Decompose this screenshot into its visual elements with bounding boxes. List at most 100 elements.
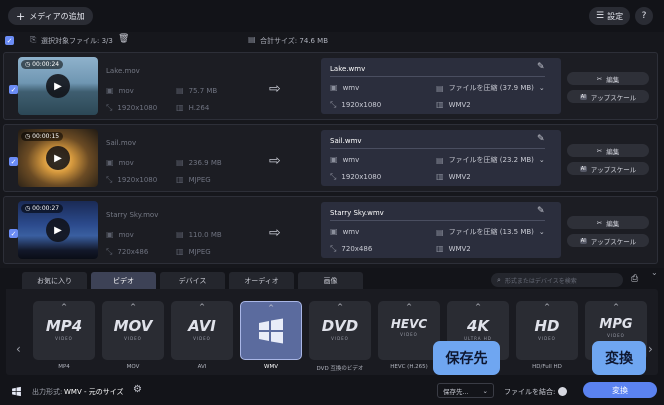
help-label: ? [641,11,647,21]
total-size-text: 合計サイズ: 74.6 MB [260,37,329,45]
collapse-icon[interactable]: ⌄ [651,268,658,277]
caret-up-icon: ^ [406,303,412,311]
settings-button[interactable]: ☰ 設定 [589,7,631,25]
format-label: WMV [264,364,278,370]
play-icon[interactable]: ▶ [46,218,70,242]
source-format: ▣ mov [106,230,134,239]
output-filename[interactable]: Sail.wmv [330,137,362,145]
convert-arrow-icon: ⇨ [269,225,281,241]
help-button[interactable]: ? [635,7,653,25]
scissors-icon: ✂ [596,146,603,155]
source-codec: ▥ H.264 [176,103,210,112]
trash-icon[interactable]: 🗑 [118,34,129,44]
format-search-input[interactable]: ⌕ 形式またはデバイスを検索 [491,273,623,287]
format-tile-wmv[interactable]: ^ [240,301,302,360]
compress-select[interactable]: ▤ ファイルを圧縮 (13.5 MB) ⌄ [436,227,545,237]
format-sub: VIDEO [607,333,625,338]
sliders-icon: ☰ [596,11,605,21]
dvd-logo: DVD [321,317,359,335]
selected-files-text: 選択対象ファイル: 3/3 [41,37,113,45]
source-resolution: ⤡ 720x486 [106,247,149,256]
format-sub: VIDEO [400,332,418,337]
save-to-label: 保存先... [443,387,469,396]
output-format: ▣ wmv [330,227,360,236]
play-icon[interactable]: ▶ [46,146,70,170]
tab-favorites[interactable]: お気に入り [22,272,87,289]
tab-video[interactable]: ビデオ [91,272,156,289]
format-tile-dvd[interactable]: ^ DVD VIDEO [309,301,371,360]
output-filename[interactable]: Starry Sky.wmv [330,209,384,217]
format-tile-mp4[interactable]: ^ MP4 VIDEO [33,301,95,360]
output-resolution: ⤡ 1920x1080 [330,172,382,181]
file-row: ✓ ◷ 00:00:27 ▶ Starry Sky.mov ▣ mov ▤ 110.… [3,196,658,264]
format-label: AVI [197,364,207,370]
pencil-icon[interactable]: ✎ [537,206,545,216]
video-thumbnail[interactable]: ◷ 00:00:24 ▶ [18,57,98,115]
divider [330,76,545,77]
output-codec: ▥ WMV2 [436,100,471,109]
mov-logo: MOV [113,317,153,335]
compress-select[interactable]: ▤ ファイルを圧縮 (23.2 MB) ⌄ [436,155,545,165]
video-thumbnail[interactable]: ◷ 00:00:15 ▶ [18,129,98,187]
chevron-right-icon[interactable]: › [648,342,653,356]
disk-icon: ▤ [176,86,184,95]
convert-button[interactable]: 変換 [583,382,657,398]
source-resolution: ⤡ 1920x1080 [106,175,158,184]
save-to-select[interactable]: 保存先... ⌄ [437,383,494,398]
tab-audio[interactable]: オーディオ [229,272,294,289]
device-detect-icon[interactable]: ⎙ [631,274,638,284]
caret-up-icon: ^ [544,303,550,311]
plus-icon: + [16,9,26,23]
duration-badge: ◷ 00:00:15 [21,132,64,141]
output-codec: ▥ WMV2 [436,172,471,181]
chevron-down-icon: ⌄ [538,228,545,236]
format-tile-hevc[interactable]: ^ HEVC VIDEO [378,301,440,360]
format-sub: VIDEO [538,336,556,341]
edit-button[interactable]: ✂ 編集 [567,216,649,229]
pencil-icon[interactable]: ✎ [537,134,545,144]
file-checkbox[interactable]: ✓ [9,157,18,166]
select-all-checkbox[interactable]: ✓ [5,36,14,45]
upscale-button[interactable]: AI アップスケール [567,162,649,175]
convert-arrow-icon: ⇨ [269,81,281,97]
format-tile-mov[interactable]: ^ MOV VIDEO [102,301,164,360]
merge-files-toggle[interactable] [558,387,567,396]
video-thumbnail[interactable]: ◷ 00:00:27 ▶ [18,201,98,259]
format-tile-avi[interactable]: ^ AVI VIDEO [171,301,233,360]
source-filename: Lake.mov [106,67,140,75]
caret-up-icon: ^ [613,303,619,311]
disk-icon: ▤ [176,158,184,167]
output-format-value[interactable]: WMV - 元のサイズ [64,387,124,397]
source-filename: Starry Sky.mov [106,211,159,219]
duration-badge: ◷ 00:00:27 [21,204,64,213]
file-checkbox[interactable]: ✓ [9,229,18,238]
source-format: ▣ mov [106,158,134,167]
tab-images[interactable]: 画像 [298,272,363,289]
tab-devices[interactable]: デバイス [160,272,225,289]
add-media-button[interactable]: + メディアの追加 [8,7,93,25]
resize-icon: ⤡ [330,244,337,253]
file-checkbox[interactable]: ✓ [9,85,18,94]
codec-icon: ▥ [436,172,444,181]
play-icon[interactable]: ▶ [46,74,70,98]
gear-icon[interactable]: ⚙ [133,384,142,395]
pencil-icon[interactable]: ✎ [537,62,545,72]
4k-logo: 4K [466,317,490,335]
chevron-left-icon[interactable]: ‹ [16,342,21,356]
hevc-logo: HEVC [390,317,428,331]
upscale-button[interactable]: AI アップスケール [567,90,649,103]
upscale-button[interactable]: AI アップスケール [567,234,649,247]
format-tile-hd[interactable]: ^ HD VIDEO [516,301,578,360]
caret-up-icon: ^ [268,304,274,312]
edit-button[interactable]: ✂ 編集 [567,72,649,85]
edit-button[interactable]: ✂ 編集 [567,144,649,157]
source-size: ▤ 75.7 MB [176,86,218,95]
duration-badge: ◷ 00:00:24 [21,60,64,69]
output-resolution: ⤡ 720x486 [330,244,373,253]
caret-up-icon: ^ [475,303,481,311]
compress-select[interactable]: ▤ ファイルを圧縮 (37.9 MB) ⌄ [436,83,545,93]
source-codec: ▥ MJPEG [176,175,211,184]
output-format: ▣ wmv [330,83,360,92]
output-filename[interactable]: Lake.wmv [330,65,365,73]
format-label: DVD 互換のビデオ [316,366,364,372]
